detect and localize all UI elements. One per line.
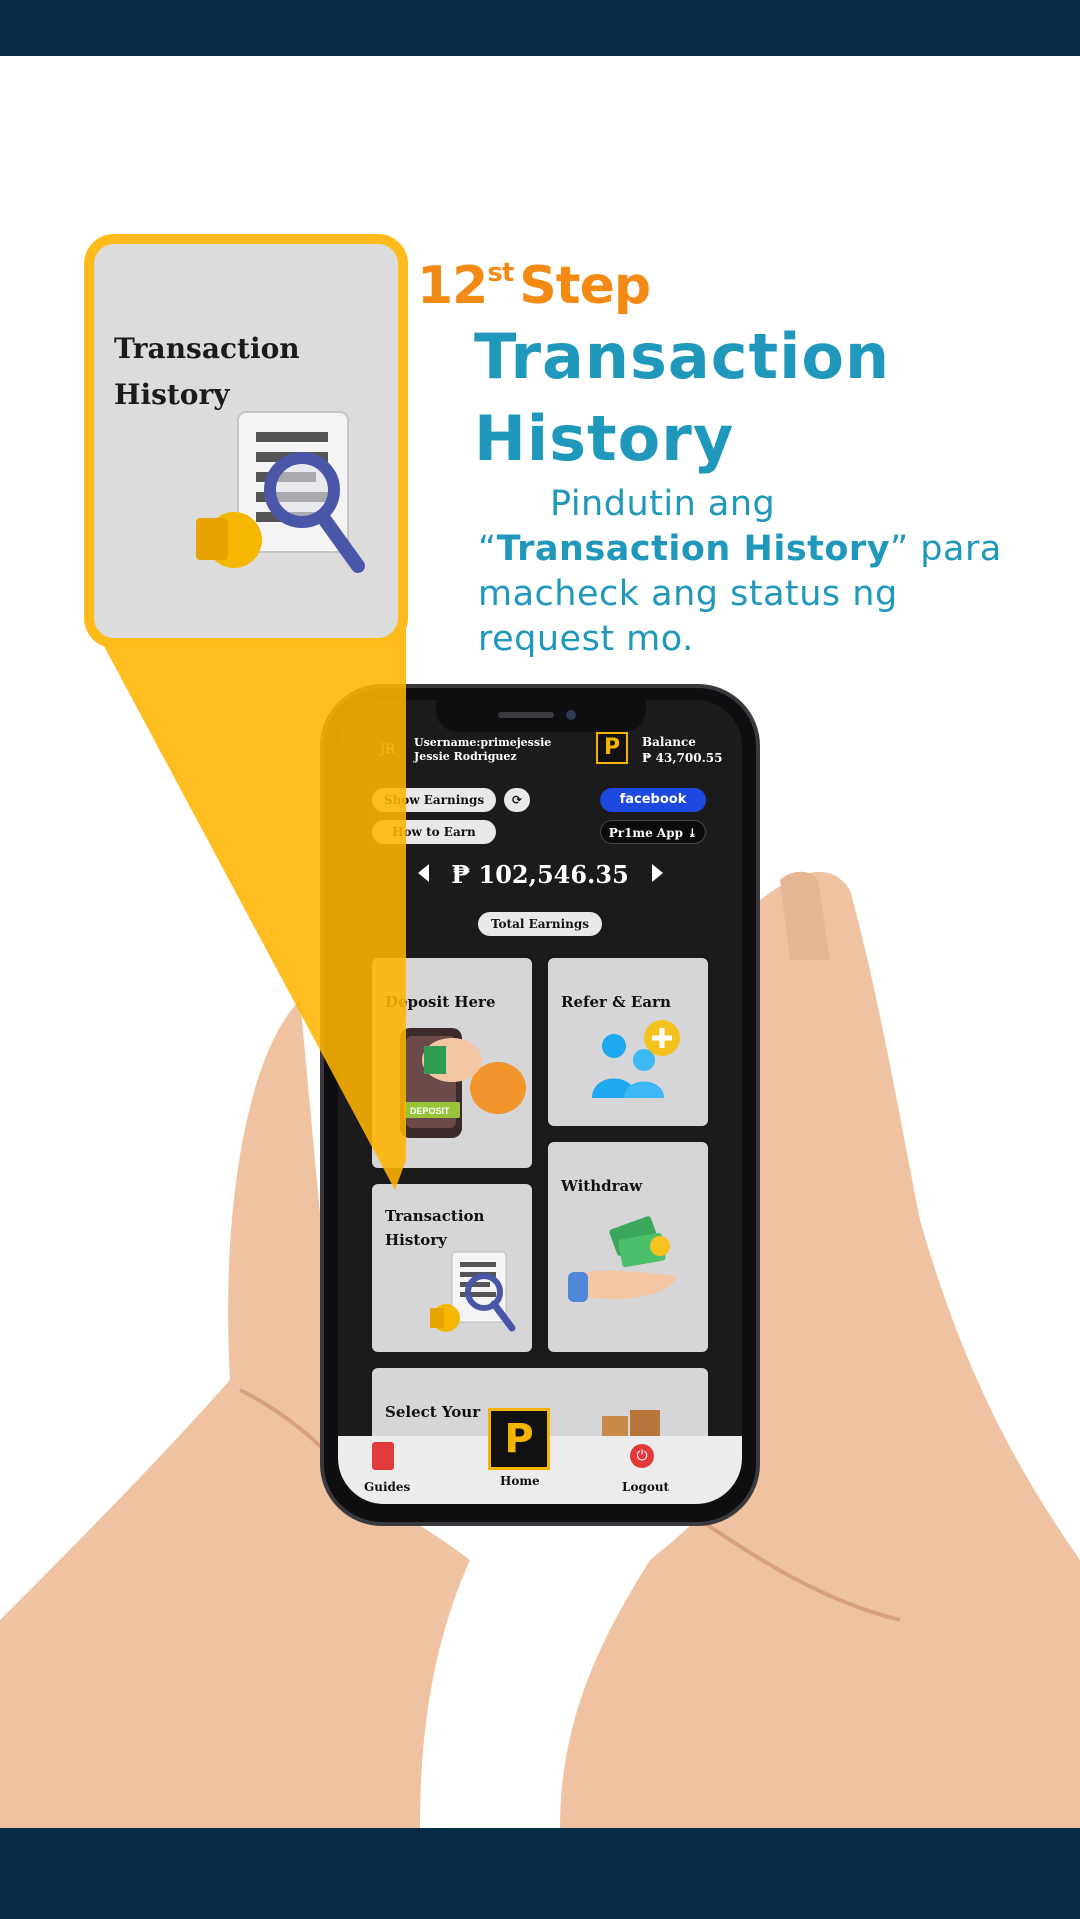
receipt-magnifier-icon: [430, 1251, 516, 1332]
zoom-callout: Transaction History: [84, 234, 408, 648]
facebook-button[interactable]: facebook: [600, 788, 706, 812]
show-earnings-button[interactable]: Show Earnings: [372, 788, 496, 812]
phone-screen: JR Username:primejessie Jessie Rodriguez…: [338, 700, 742, 1504]
refer-label: Refer & Earn: [561, 993, 671, 1011]
withdraw-card[interactable]: Withdraw: [548, 1142, 708, 1352]
refer-earn-card[interactable]: Refer & Earn: [548, 958, 708, 1126]
deposit-tag: DEPOSIT: [410, 1106, 450, 1116]
deposit-card[interactable]: Deposit Here DEPOSIT: [372, 958, 532, 1168]
refresh-icon[interactable]: ⟳: [504, 788, 530, 812]
select-label: Select Your: [385, 1403, 481, 1421]
deposit-label: Deposit Here: [385, 993, 496, 1011]
bottom-band: [0, 1828, 1080, 1919]
prime-logo-icon: P: [596, 732, 628, 764]
nav-guides[interactable]: Guides: [364, 1480, 410, 1494]
total-amount: ₱ 102,546.35: [451, 860, 629, 889]
phone-notch: [436, 700, 646, 732]
receipt-magnifier-icon: [196, 411, 365, 573]
avatar: JR: [380, 742, 395, 757]
user-info: Username:primejessie Jessie Rodriguez: [414, 736, 552, 763]
total-earnings-label: Total Earnings: [478, 912, 602, 936]
nav-logout[interactable]: Logout: [622, 1480, 669, 1494]
balance-info: Balance ₱ 43,700.55: [642, 735, 723, 765]
cash-hand-icon: [568, 1216, 678, 1302]
how-to-earn-button[interactable]: How to Earn: [372, 820, 496, 844]
next-arrow-icon[interactable]: [652, 864, 663, 882]
transaction-history-label: Transaction History: [385, 1207, 485, 1249]
withdraw-label: Withdraw: [561, 1177, 643, 1195]
home-logo-icon[interactable]: P: [488, 1408, 550, 1470]
transaction-history-card[interactable]: Transaction History: [372, 1184, 532, 1352]
guides-book-icon[interactable]: [372, 1442, 394, 1470]
prime-app-download-button[interactable]: Pr1me App ⤓: [600, 820, 706, 844]
logout-icon[interactable]: ⏻: [630, 1444, 654, 1468]
download-icon: ⤓: [687, 826, 698, 840]
nav-home[interactable]: Home: [500, 1474, 540, 1488]
add-user-icon: [592, 1020, 680, 1098]
deposit-icon: DEPOSIT: [400, 1028, 526, 1138]
